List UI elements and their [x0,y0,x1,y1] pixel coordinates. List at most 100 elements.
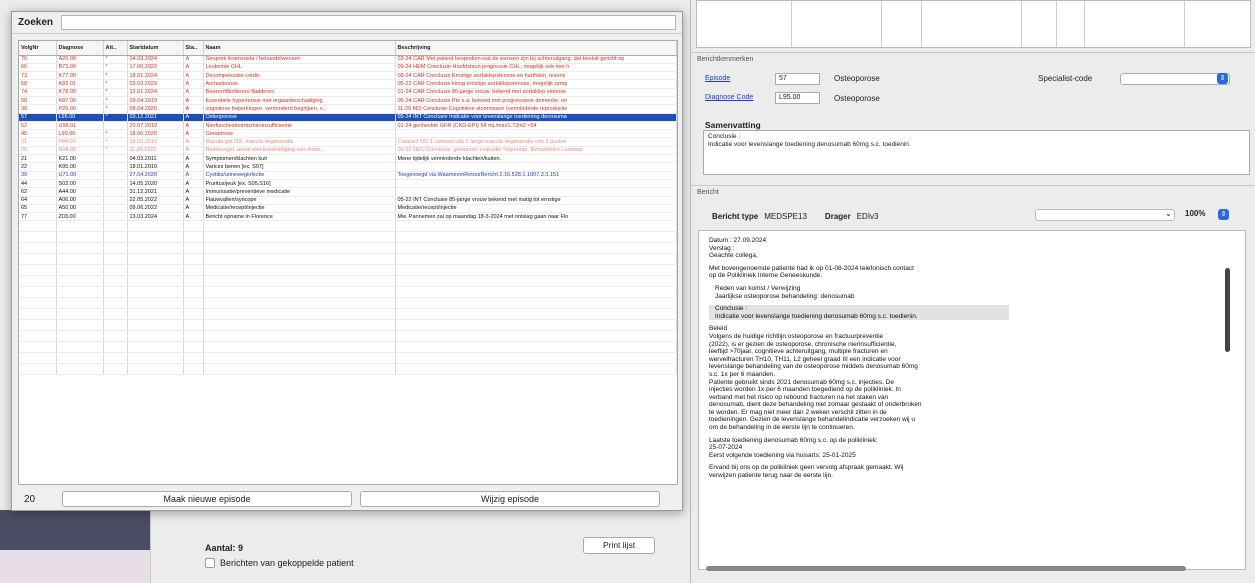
samenvatting-box[interactable]: Conclusie : Indicatie voor levenslange t… [703,130,1250,175]
table-cell: Macula gat OD, macula degeneratie [203,137,396,147]
table-cell [203,242,396,255]
table-row[interactable]: 21 K21.00 04.03.2011 A Symptomen/klachten ku… [19,154,677,164]
empty-row [19,341,677,354]
edit-episode-button[interactable]: Wijzig episode [360,491,660,507]
table-cell [127,242,184,255]
table-row[interactable]: 22 K95.00 18.01.2010 A Varices benen [ex. S9… [19,162,677,172]
chevron-down-icon[interactable]: ⌄ [1165,209,1172,218]
new-episode-button[interactable]: Maak nieuwe episode [62,491,352,507]
letter-viewer[interactable]: Datum : 27.09.2024 Verslag : Geachte col… [698,230,1246,570]
table-cell: 18.01.2024 [127,71,184,81]
episode-code-field[interactable]: 57 [775,73,820,85]
table-row-selected[interactable]: 57 L95.00 * 03.12.2021 A Osteoporose 05-24 INT… [19,113,677,122]
table-row[interactable]: 76 A20.00 * 04.03.2024 A Gesprek levensnota /… [19,55,677,64]
table-row[interactable]: 44 S02.00 14.05.2020 A Pruritus/jeuk [ex. S0… [19,179,677,189]
search-input[interactable] [61,15,676,30]
table-cell [56,220,104,233]
column-header[interactable]: Beschrijving [395,41,677,56]
table-row[interactable]: 65 A50.00 09.06.2022 A Medicatie/recept/inje… [19,204,677,214]
table-cell: Nierfunctiestoornis/nierinsufficientie [203,121,396,131]
table-cell [395,275,677,288]
table-cell [183,253,204,266]
column-header[interactable]: Diagnose [56,41,104,56]
aantal-label: Aantal: 9 [205,543,244,553]
print-list-button[interactable]: Print lijst [583,537,655,554]
column-header[interactable]: Naam [203,41,396,56]
vertical-scrollbar[interactable] [1225,268,1230,352]
column-header[interactable]: Sta.. [183,41,204,56]
empty-row [19,286,677,299]
table-cell: 03-24 CAR Met patient besproken wat de w… [395,55,677,64]
zoom-chevron-icon[interactable]: ⇕ [1218,209,1229,220]
table-cell: Flauwvallen/syncope [203,196,396,205]
table-cell [127,297,184,310]
table-row[interactable]: 25 N04.00 * 11.09.2022 A Restlessgel, anaal m… [19,146,677,156]
empty-row [19,264,677,277]
episode-footer: 20 Maak nieuwe episode Wijzig episode [18,490,678,508]
diagnose-code-link[interactable]: Diagnose Code [705,94,753,101]
table-cell [56,253,104,266]
table-row[interactable]: 58 K83.01 * 03.03.2023 A Aortastenose 05-22 CA… [19,79,677,89]
table-cell [19,330,57,343]
table-cell: Bericht opname in Florence [203,212,396,222]
table-header: VolgNr Diagnose Att.. Startdatum Sta.. N… [19,41,677,56]
table-row[interactable]: 73 K77.00 * 18.01.2024 A Decompensatio cordis… [19,71,677,81]
table-cell: Varices benen [ex. S97] [203,162,396,172]
chevron-updown-icon[interactable]: ⇕ [1217,73,1228,84]
table-cell: 62 [19,187,57,197]
table-cell [103,264,128,277]
table-cell: 04.03.2024 [127,55,184,64]
episode-table-container[interactable]: VolgNr Diagnose Att.. Startdatum Sta.. N… [18,40,678,485]
table-cell: A [183,121,204,131]
letter-paragraph: Reden van komst / Verwijzing Jaarlijkse … [715,284,855,300]
table-cell [103,196,128,205]
table-cell: Gesprek levensnota / behandelwensen [203,55,396,64]
table-cell: * [103,88,128,98]
empty-row [19,220,677,233]
table-cell [56,275,104,288]
viewer-select[interactable] [1035,209,1175,221]
column-header[interactable]: VolgNr [19,41,57,56]
table-cell: 18.01.2010 [127,162,184,172]
zoom-level[interactable]: 100% [1185,209,1205,218]
table-cell [127,253,184,266]
table-cell: A [183,79,204,89]
table-cell: U99.01 [56,121,104,131]
table-cell [395,297,677,310]
linked-patient-checkbox[interactable] [205,558,215,568]
table-row[interactable]: 52 U99.01 20.07.2019 A Nierfunctiestoornis/n… [19,121,677,131]
table-cell: A [183,63,204,73]
table-cell [395,162,677,172]
column-header[interactable]: Att.. [103,41,128,56]
table-row[interactable]: 50 K87.00 * 09.04.2019 A Essentiele hypertens… [19,96,677,106]
table-cell [395,242,677,255]
diagnose-code-field[interactable]: L95.00 [775,92,820,104]
table-cell: Gonartrose [203,129,396,139]
table-row[interactable]: 66 B73.00 * 17.06.2022 A Leukemie CHL 09-24 HE… [19,63,677,73]
table-cell: 08.04.2020 [127,104,184,114]
table-row[interactable]: 31 F84.00 * 18.03.2019 A Macula gat OD, macul… [19,137,677,147]
table-cell: * [103,79,128,89]
table-cell: 31 [19,137,57,147]
table-cell [395,352,677,365]
table-row[interactable]: 38 P20.00 * 08.04.2020 Acognitieve beperking… [19,104,677,114]
table-cell [183,231,204,244]
linked-patient-checkbox-row[interactable]: Berichten van gekoppelde patient [205,558,354,568]
table-row[interactable]: 77 Z03.00 13.03.2024 A Bericht opname in Flo… [19,212,677,222]
table-cell: A20.00 [56,55,104,64]
episode-link[interactable]: Episode [705,75,730,82]
table-row[interactable]: 74 K78.00 * 12.01.2024 A Boezemfibrilleren/-f… [19,88,677,98]
column-header[interactable]: Startdatum [127,41,184,56]
table-row[interactable]: 45 L99.00 * 18.06.2020 A Gonartrose [19,129,677,139]
viewer-section-title: Bericht [697,189,719,196]
table-row[interactable]: 62 A44.00 31.12.2021 A Immunisatie/preventie… [19,187,677,197]
table-cell: 31.12.2021 [127,187,184,197]
table-cell [183,264,204,277]
table-row[interactable]: 64 A06.00 22.05.2022 A Flauwvallen/syncope 05… [19,196,677,205]
table-cell: Pruritus/jeuk [ex. S05,S16] [203,179,396,189]
specialist-code-select[interactable] [1120,73,1230,85]
horizontal-scrollbar[interactable] [706,566,1186,571]
table-row[interactable]: 39 U71.00 27.04.2020 A Cystitis/urineweginfe… [19,171,677,180]
letter-conclusion: Conclusie : Indicatie voor levenslange t… [709,305,1009,321]
table-cell [395,319,677,332]
